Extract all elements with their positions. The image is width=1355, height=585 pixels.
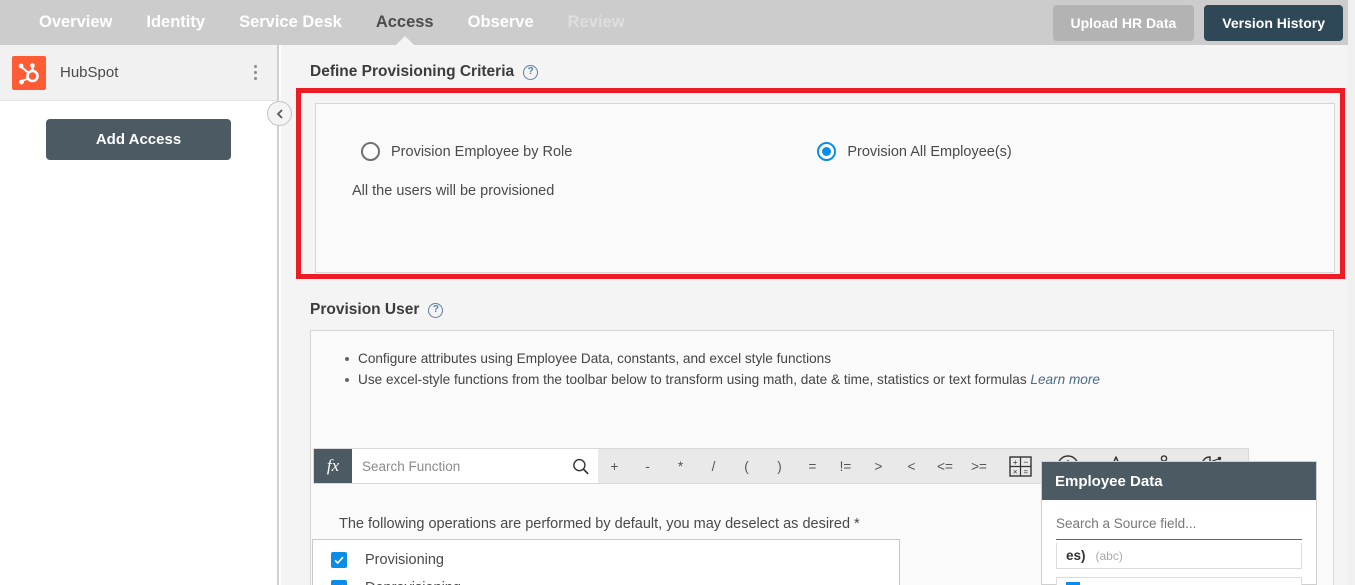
chevron-left-icon bbox=[276, 108, 283, 119]
nav-tab-overview[interactable]: Overview bbox=[22, 0, 129, 45]
operator-not-equals[interactable]: != bbox=[829, 459, 862, 474]
sidebar: HubSpot Add Access bbox=[0, 45, 279, 585]
provision-user-heading: Provision User ? bbox=[310, 301, 444, 319]
nav-tab-access[interactable]: Access bbox=[359, 0, 451, 45]
employee-data-panel: Employee Data Search a Source field... e… bbox=[1041, 461, 1317, 585]
operator-open-paren[interactable]: ( bbox=[730, 459, 763, 474]
nav-tab-label: Review bbox=[567, 13, 625, 31]
svg-text:=: = bbox=[1023, 467, 1028, 476]
nav-tab-label: Overview bbox=[39, 13, 113, 31]
section-title: Provision User bbox=[310, 301, 420, 318]
operator-greater-equal[interactable]: >= bbox=[962, 459, 996, 474]
fx-badge: fx bbox=[314, 449, 352, 483]
source-field-item-partial[interactable] bbox=[1056, 577, 1302, 585]
page-scrollbar[interactable] bbox=[1348, 0, 1355, 585]
active-tab-indicator bbox=[395, 36, 414, 45]
nav-tab-list: Overview Identity Service Desk Access Ob… bbox=[0, 0, 642, 45]
radio-label: Provision All Employee(s) bbox=[847, 143, 1012, 160]
checkbox-label: Provisioning bbox=[365, 552, 444, 568]
bullet-text: Use excel-style functions from the toolb… bbox=[358, 372, 1027, 387]
provisioning-criteria-heading: Define Provisioning Criteria ? bbox=[310, 63, 539, 81]
search-icon[interactable] bbox=[572, 457, 590, 476]
radio-provision-all-employees[interactable]: Provision All Employee(s) bbox=[817, 142, 1012, 161]
provision-user-bullets: Configure attributes using Employee Data… bbox=[311, 331, 1333, 389]
nav-tab-service-desk[interactable]: Service Desk bbox=[222, 0, 359, 45]
radio-provision-by-role[interactable]: Provision Employee by Role bbox=[361, 142, 572, 161]
app-root: Overview Identity Service Desk Access Ob… bbox=[0, 0, 1355, 585]
nav-tab-label: Observe bbox=[467, 13, 534, 31]
help-icon[interactable]: ? bbox=[428, 302, 444, 318]
bullet-text: Configure attributes using Employee Data… bbox=[358, 351, 832, 366]
operations-instruction: The following operations are performed b… bbox=[339, 516, 860, 532]
radio-label: Provision Employee by Role bbox=[391, 143, 573, 160]
radio-unselected-icon bbox=[361, 142, 380, 161]
operator-plus[interactable]: + bbox=[598, 459, 631, 474]
math-functions-icon[interactable]: + − × = bbox=[996, 454, 1044, 479]
bullet-item: Configure attributes using Employee Data… bbox=[345, 350, 1333, 368]
operator-multiply[interactable]: * bbox=[664, 459, 697, 474]
criteria-card: Provision Employee by Role Provision All… bbox=[315, 103, 1335, 273]
source-field-type: (abc) bbox=[1095, 548, 1123, 563]
more-options-icon[interactable] bbox=[247, 64, 263, 82]
operator-minus[interactable]: - bbox=[631, 459, 664, 474]
source-field-name: es) bbox=[1066, 548, 1086, 563]
nav-actions: Upload HR Data Version History bbox=[1052, 4, 1355, 41]
nav-tab-label: Identity bbox=[146, 13, 206, 31]
svg-text:+: + bbox=[1012, 457, 1017, 467]
svg-text:−: − bbox=[1023, 457, 1028, 467]
hubspot-logo-icon bbox=[12, 55, 46, 90]
operator-divide[interactable]: / bbox=[697, 459, 730, 474]
criteria-highlight-box: Provision Employee by Role Provision All… bbox=[296, 88, 1345, 279]
checkbox-checked-icon[interactable] bbox=[331, 552, 347, 568]
page-title: Define Provisioning Criteria bbox=[310, 63, 515, 80]
version-history-button[interactable]: Version History bbox=[1204, 4, 1343, 41]
criteria-note: All the users will be provisioned bbox=[352, 183, 555, 199]
nav-tab-identity[interactable]: Identity bbox=[129, 0, 222, 45]
sidebar-app-name: HubSpot bbox=[60, 64, 119, 81]
employee-data-title: Employee Data bbox=[1042, 462, 1316, 500]
checkbox-row-provisioning[interactable]: Provisioning bbox=[313, 540, 899, 568]
employee-data-search-underline bbox=[1056, 539, 1302, 540]
sidebar-item-hubspot[interactable]: HubSpot bbox=[0, 45, 277, 101]
add-access-container: Add Access bbox=[0, 101, 277, 160]
nav-tab-review[interactable]: Review bbox=[551, 0, 642, 45]
radio-selected-icon bbox=[817, 142, 837, 161]
nav-tab-observe[interactable]: Observe bbox=[451, 0, 551, 45]
svg-text:×: × bbox=[1012, 467, 1017, 476]
radio-dot bbox=[822, 147, 832, 156]
criteria-radio-group: Provision Employee by Role Provision All… bbox=[316, 104, 1334, 161]
source-field-item-clipped[interactable]: es) (abc) bbox=[1056, 543, 1302, 569]
nav-tab-label: Service Desk bbox=[239, 13, 342, 31]
help-icon[interactable]: ? bbox=[523, 64, 539, 80]
checkbox-label: Deprovisioning bbox=[365, 580, 461, 585]
add-access-button[interactable]: Add Access bbox=[46, 119, 231, 160]
operator-greater-than[interactable]: > bbox=[862, 459, 895, 474]
learn-more-link[interactable]: Learn more bbox=[1030, 372, 1100, 387]
operator-less-than[interactable]: < bbox=[895, 459, 928, 474]
operator-less-equal[interactable]: <= bbox=[928, 459, 962, 474]
collapse-sidebar-button[interactable] bbox=[267, 101, 292, 126]
checkbox-checked-icon[interactable] bbox=[331, 580, 347, 585]
search-function-input[interactable] bbox=[362, 458, 573, 474]
operator-equals[interactable]: = bbox=[796, 459, 829, 474]
bullet-item: Use excel-style functions from the toolb… bbox=[345, 371, 1333, 389]
operations-box: Provisioning Deprovisioning Caution: Use… bbox=[312, 539, 900, 585]
employee-data-search-placeholder[interactable]: Search a Source field... bbox=[1042, 500, 1316, 531]
upload-hr-data-button[interactable]: Upload HR Data bbox=[1052, 4, 1195, 41]
search-function-container bbox=[352, 449, 598, 483]
nav-tab-label: Access bbox=[375, 13, 434, 31]
checkbox-row-deprovisioning[interactable]: Deprovisioning bbox=[313, 568, 899, 585]
operator-close-paren[interactable]: ) bbox=[763, 459, 796, 474]
top-navigation-bar: Overview Identity Service Desk Access Ob… bbox=[0, 0, 1355, 45]
